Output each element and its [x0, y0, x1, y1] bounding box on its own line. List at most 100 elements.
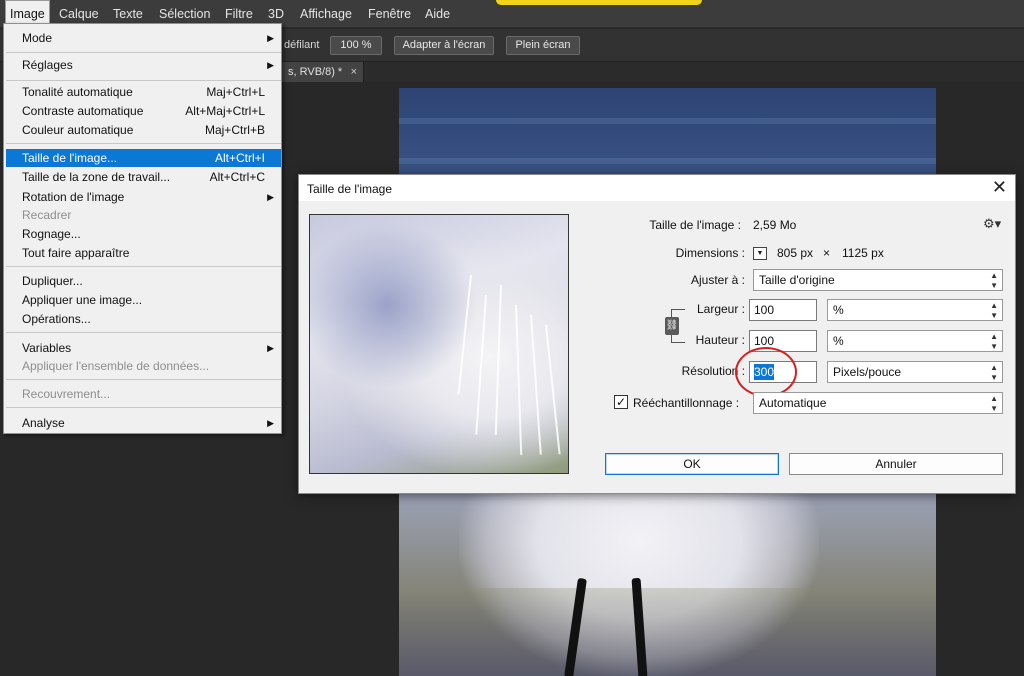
menu-item-label: Contraste automatique: [22, 104, 144, 118]
menu-item-analyse[interactable]: Analyse ▶: [6, 414, 281, 432]
submenu-arrow-icon: ▶: [267, 343, 274, 353]
submenu-arrow-icon: ▶: [267, 192, 274, 202]
menu-item-tout-faire-apparaitre[interactable]: Tout faire apparaître: [6, 244, 281, 262]
resolution-unit-select[interactable]: Pixels/pouce ▲ ▼: [827, 361, 1003, 383]
image-preview[interactable]: [309, 214, 569, 474]
width-input[interactable]: 100: [749, 299, 817, 321]
menu-separator: [6, 80, 281, 81]
updown-icon: ▲ ▼: [990, 332, 998, 351]
menu-separator: [6, 52, 281, 53]
fit-screen-button[interactable]: Adapter à l'écran: [394, 36, 494, 55]
image-size-dialog: Taille de l'image ✕ ⚙▾ Taille de l'image…: [298, 174, 1016, 494]
menu-item-label: Taille de l'image...: [22, 151, 118, 165]
gear-icon[interactable]: ⚙▾: [983, 216, 1001, 232]
menu-item-couleur-auto[interactable]: Couleur automatique Maj+Ctrl+B: [6, 121, 281, 139]
menu-item-label: Appliquer une image...: [22, 293, 143, 307]
menu-item-reglages[interactable]: Réglages ▶: [6, 56, 281, 74]
close-icon[interactable]: ✕: [992, 177, 1007, 197]
updown-icon: ▲ ▼: [990, 301, 998, 320]
menu-separator: [6, 379, 281, 380]
highlight-circle: [735, 347, 797, 397]
dimensions-width: 805 px: [777, 246, 814, 260]
menu-item-taille-zone-travail[interactable]: Taille de la zone de travail... Alt+Ctrl…: [6, 168, 281, 186]
menu-affichage[interactable]: Affichage: [296, 0, 356, 28]
fullscreen-button[interactable]: Plein écran: [506, 36, 580, 55]
link-icon[interactable]: ⛓: [665, 317, 679, 335]
width-input-value: 100: [754, 303, 775, 317]
menu-item-label: Rotation de l'image: [22, 190, 125, 204]
height-input-value: 100: [754, 334, 775, 348]
menu-item-label: Tonalité automatique: [22, 85, 133, 99]
dialog-titlebar[interactable]: Taille de l'image ✕: [299, 175, 1015, 201]
resolution-unit-value: Pixels/pouce: [833, 365, 902, 379]
cancel-button[interactable]: Annuler: [789, 453, 1003, 475]
resolution-label: Résolution :: [681, 364, 745, 378]
menu-item-recouvrement: Recouvrement...: [6, 385, 281, 403]
menu-item-contraste-auto[interactable]: Contraste automatique Alt+Maj+Ctrl+L: [6, 102, 281, 120]
menu-separator: [6, 332, 281, 333]
menu-item-shortcut: Alt+Ctrl+I: [214, 151, 265, 165]
menu-item-label: Réglages: [22, 58, 73, 72]
menu-item-label: Appliquer l'ensemble de données...: [22, 359, 210, 373]
width-unit-select[interactable]: % ▲ ▼: [827, 299, 1003, 321]
width-label: Largeur :: [696, 302, 745, 316]
zoom-100-button[interactable]: 100 %: [330, 36, 382, 55]
dimensions-dropdown-icon[interactable]: ▼: [753, 247, 767, 260]
menu-item-shortcut: Alt+Maj+Ctrl+L: [185, 104, 265, 118]
menu-item-appliquer-ensemble: Appliquer l'ensemble de données...: [6, 357, 281, 375]
submenu-arrow-icon: ▶: [267, 418, 274, 428]
menu-separator: [6, 266, 281, 267]
menu-fenetre[interactable]: Fenêtre: [364, 0, 415, 28]
height-unit-select[interactable]: % ▲ ▼: [827, 330, 1003, 352]
menu-item-rognage[interactable]: Rognage...: [6, 225, 281, 243]
close-icon[interactable]: ×: [351, 62, 357, 82]
resample-select[interactable]: Automatique ▲ ▼: [753, 392, 1003, 414]
menu-item-shortcut: Alt+Ctrl+C: [209, 170, 265, 184]
image-size-label: Taille de l'image :: [649, 218, 741, 232]
resample-checkbox[interactable]: ✓: [614, 395, 628, 409]
scroll-label: défilant: [284, 39, 320, 51]
width-unit-value: %: [833, 303, 844, 317]
menu-item-shortcut: Maj+Ctrl+L: [206, 85, 265, 99]
menu-item-label: Recouvrement...: [22, 387, 111, 401]
submenu-arrow-icon: ▶: [267, 60, 274, 70]
menu-item-tonalite-auto[interactable]: Tonalité automatique Maj+Ctrl+L: [6, 83, 281, 101]
resample-select-value: Automatique: [759, 396, 827, 410]
menu-item-label: Taille de la zone de travail...: [22, 170, 171, 184]
menu-item-taille-image[interactable]: Taille de l'image... Alt+Ctrl+I: [6, 149, 281, 167]
menu-separator: [6, 143, 281, 144]
menu-item-label: Variables: [22, 341, 72, 355]
updown-icon: ▲ ▼: [990, 394, 998, 413]
menu-aide[interactable]: Aide: [421, 0, 454, 28]
menu-item-dupliquer[interactable]: Dupliquer...: [6, 272, 281, 290]
menu-item-label: Recadrer: [22, 208, 72, 222]
image-menu-dropdown: Mode ▶ Réglages ▶ Tonalité automatique M…: [3, 23, 282, 434]
menu-item-rotation-image[interactable]: Rotation de l'image ▶: [6, 188, 281, 206]
fit-select-value: Taille d'origine: [759, 273, 835, 287]
image-size-value: 2,59 Mo: [753, 218, 797, 232]
resample-label: Rééchantillonnage :: [633, 396, 740, 410]
menu-item-label: Analyse: [22, 416, 65, 430]
dimensions-height: 1125 px: [842, 246, 884, 260]
menu-item-shortcut: Maj+Ctrl+B: [204, 123, 265, 137]
menu-item-label: Couleur automatique: [22, 123, 134, 137]
menu-separator: [6, 407, 281, 408]
dimensions-label: Dimensions :: [675, 246, 745, 260]
submenu-arrow-icon: ▶: [267, 33, 274, 43]
ok-button[interactable]: OK: [605, 453, 779, 475]
menu-item-recadrer: Recadrer: [6, 206, 281, 224]
menu-item-variables[interactable]: Variables ▶: [6, 339, 281, 357]
height-unit-value: %: [833, 334, 844, 348]
fit-select[interactable]: Taille d'origine ▲ ▼: [753, 269, 1003, 291]
notification-tab: [496, 0, 702, 5]
menu-item-operations[interactable]: Opérations...: [6, 310, 281, 328]
document-tab[interactable]: s, RVB/8) * ×: [282, 62, 364, 82]
menu-item-label: Mode: [22, 31, 53, 45]
fit-label: Ajuster à :: [690, 273, 745, 287]
dialog-title: Taille de l'image: [307, 182, 393, 196]
document-tab-title: s, RVB/8) *: [288, 66, 343, 78]
menu-item-label: Opérations...: [22, 312, 91, 326]
menu-item-label: Dupliquer...: [22, 274, 83, 288]
menu-item-appliquer-image[interactable]: Appliquer une image...: [6, 291, 281, 309]
menu-item-mode[interactable]: Mode ▶: [6, 29, 281, 47]
